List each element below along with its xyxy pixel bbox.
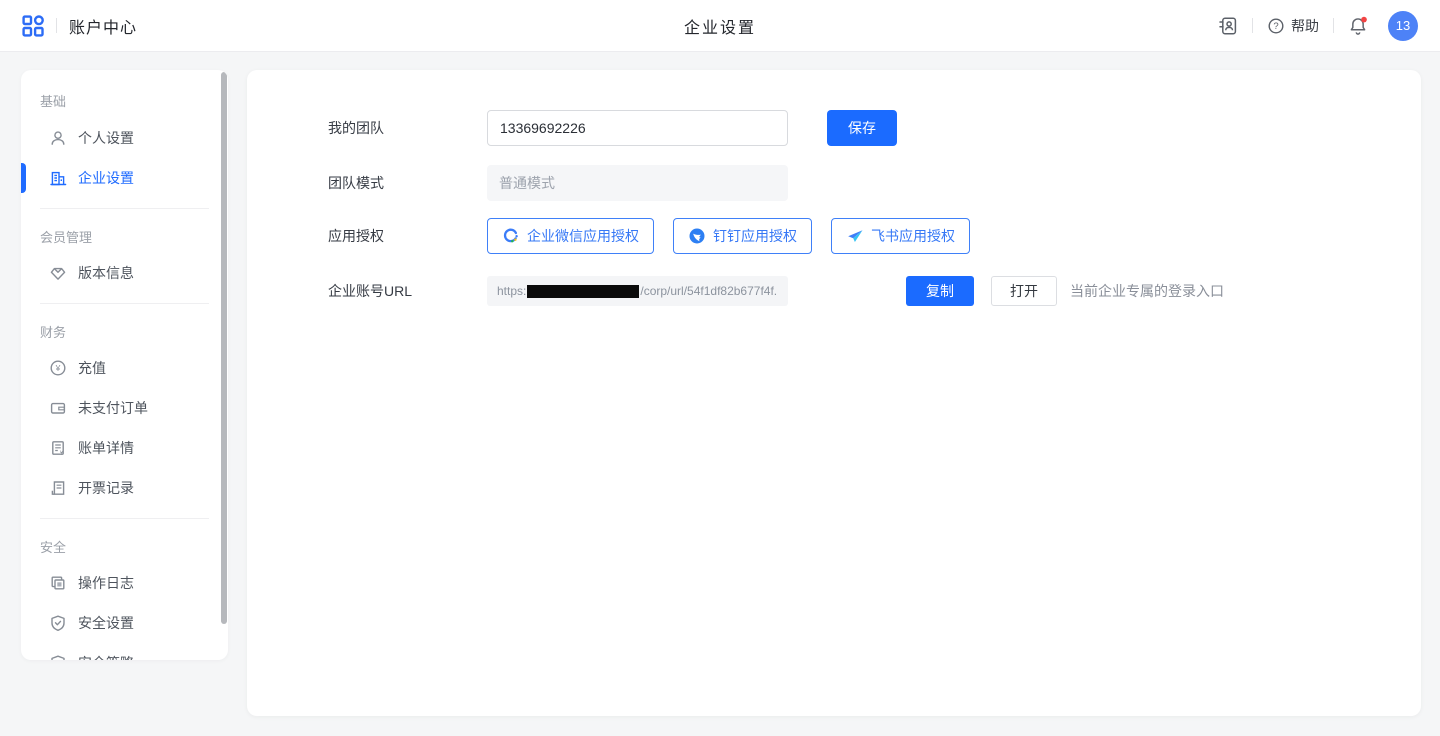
- feishu-icon: [846, 227, 864, 245]
- header-divider: [56, 18, 57, 33]
- sidebar-scrollbar[interactable]: [221, 72, 227, 624]
- receipt-icon: [49, 479, 67, 497]
- copy-url-button[interactable]: 复制: [906, 276, 974, 306]
- sidebar-item-label: 企业设置: [78, 168, 134, 188]
- my-team-row: 我的团队 保存: [328, 110, 1421, 146]
- sidebar-item-security-settings[interactable]: 安全设置: [21, 603, 228, 643]
- sidebar-divider: [40, 518, 209, 519]
- wecom-icon: [502, 227, 520, 245]
- wecom-auth-label: 企业微信应用授权: [527, 226, 639, 246]
- sidebar-item-unpaid-orders[interactable]: 未支付订单: [21, 388, 228, 428]
- building-icon: [49, 169, 67, 187]
- app-auth-label: 应用授权: [328, 226, 487, 246]
- corp-url-hint: 当前企业专属的登录入口: [1070, 281, 1224, 301]
- notification-bell-icon[interactable]: [1348, 16, 1368, 36]
- sidebar-item-security-policy[interactable]: 安全策略: [21, 643, 228, 660]
- contacts-icon[interactable]: [1218, 16, 1238, 36]
- sidebar-item-label: 充值: [78, 358, 106, 378]
- sidebar-section-basic: 基础: [21, 94, 228, 110]
- sidebar-item-personal-settings[interactable]: 个人设置: [21, 118, 228, 158]
- url-redaction-bar: [527, 285, 639, 298]
- active-indicator: [21, 163, 26, 193]
- save-button[interactable]: 保存: [827, 110, 897, 146]
- sidebar-item-bill-details[interactable]: ¥ 账单详情: [21, 428, 228, 468]
- sidebar-item-label: 版本信息: [78, 263, 134, 283]
- bill-icon: ¥: [49, 439, 67, 457]
- dingtalk-icon: [688, 227, 706, 245]
- sidebar-item-version-info[interactable]: 版本信息: [21, 253, 228, 293]
- app-auth-row: 应用授权 企业微信应用授权: [328, 218, 1421, 254]
- team-mode-label: 团队模式: [328, 173, 487, 193]
- team-mode-field: [487, 165, 788, 201]
- sidebar-item-label: 未支付订单: [78, 398, 148, 418]
- sidebar-section-security: 安全: [21, 540, 228, 556]
- top-header: 账户中心 企业设置 ? 帮助 13: [0, 0, 1440, 52]
- dingtalk-auth-button[interactable]: 钉钉应用授权: [673, 218, 812, 254]
- corp-url-row: 企业账号URL https: /corp/url/54f1df82b677f4f…: [328, 276, 1421, 306]
- team-name-input[interactable]: [487, 110, 788, 146]
- sidebar-section-membership: 会员管理: [21, 230, 228, 246]
- shield-check-icon: [49, 614, 67, 632]
- enterprise-settings-panel: 我的团队 保存 团队模式 应用授权 企业微信应用授权: [247, 70, 1421, 716]
- help-label: 帮助: [1291, 16, 1319, 36]
- svg-text:¥: ¥: [55, 363, 61, 373]
- sidebar: 基础 个人设置 企业设置: [21, 70, 228, 660]
- feishu-auth-button[interactable]: 飞书应用授权: [831, 218, 970, 254]
- person-icon: [49, 129, 67, 147]
- gem-icon: [49, 264, 67, 282]
- log-icon: [49, 574, 67, 592]
- header-divider: [1333, 18, 1334, 33]
- feishu-auth-label: 飞书应用授权: [871, 226, 955, 246]
- sidebar-item-label: 安全设置: [78, 613, 134, 633]
- page-title: 企业设置: [684, 14, 756, 38]
- url-prefix: https:: [497, 284, 526, 298]
- app-title: 账户中心: [69, 14, 137, 38]
- open-url-button[interactable]: 打开: [991, 276, 1057, 306]
- team-mode-row: 团队模式: [328, 165, 1421, 201]
- my-team-label: 我的团队: [328, 118, 487, 138]
- sidebar-item-label: 安全策略: [78, 653, 134, 660]
- dingtalk-auth-label: 钉钉应用授权: [713, 226, 797, 246]
- avatar[interactable]: 13: [1388, 11, 1418, 41]
- sidebar-divider: [40, 208, 209, 209]
- help-button[interactable]: ? 帮助: [1267, 16, 1319, 36]
- sidebar-item-operation-log[interactable]: 操作日志: [21, 563, 228, 603]
- sidebar-item-label: 账单详情: [78, 438, 134, 458]
- sidebar-item-recharge[interactable]: ¥ 充值: [21, 348, 228, 388]
- policy-icon: [49, 654, 67, 660]
- sidebar-divider: [40, 303, 209, 304]
- notification-badge-dot: [1361, 16, 1367, 22]
- wallet-icon: [49, 399, 67, 417]
- app-grid-logo-icon[interactable]: [22, 15, 44, 37]
- corp-url-label: 企业账号URL: [328, 281, 487, 301]
- sidebar-item-enterprise-settings[interactable]: 企业设置: [21, 158, 228, 198]
- wecom-auth-button[interactable]: 企业微信应用授权: [487, 218, 654, 254]
- svg-text:?: ?: [1273, 21, 1278, 32]
- sidebar-item-label: 个人设置: [78, 128, 134, 148]
- url-suffix: /corp/url/54f1df82b677f4f...: [640, 284, 778, 298]
- sidebar-item-invoice-records[interactable]: 开票记录: [21, 468, 228, 508]
- corp-url-field[interactable]: https: /corp/url/54f1df82b677f4f...: [487, 276, 788, 306]
- sidebar-item-label: 开票记录: [78, 478, 134, 498]
- header-divider: [1252, 18, 1253, 33]
- question-circle-icon: ?: [1267, 17, 1285, 35]
- yen-circle-icon: ¥: [49, 359, 67, 377]
- sidebar-item-label: 操作日志: [78, 573, 134, 593]
- sidebar-section-finance: 财务: [21, 325, 228, 341]
